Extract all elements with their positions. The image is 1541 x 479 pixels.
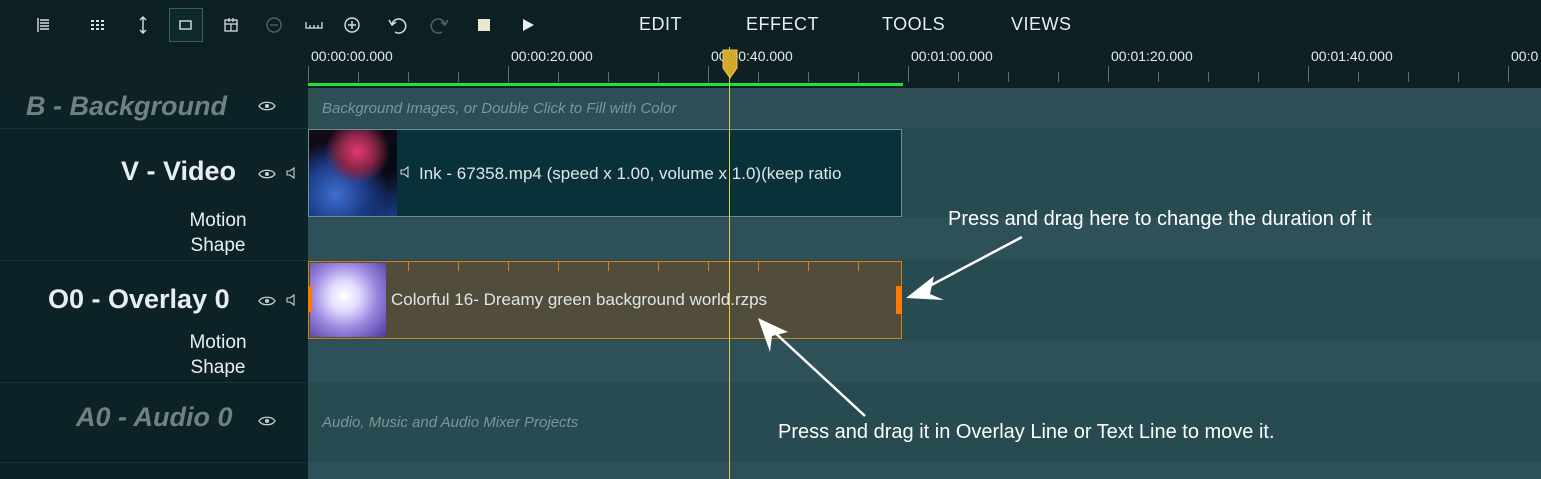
annotation-move: Press and drag it in Overlay Line or Tex… — [778, 421, 1275, 443]
annotation-duration: Press and drag here to change the durati… — [948, 208, 1372, 230]
annotation-arrows — [758, 235, 1023, 417]
